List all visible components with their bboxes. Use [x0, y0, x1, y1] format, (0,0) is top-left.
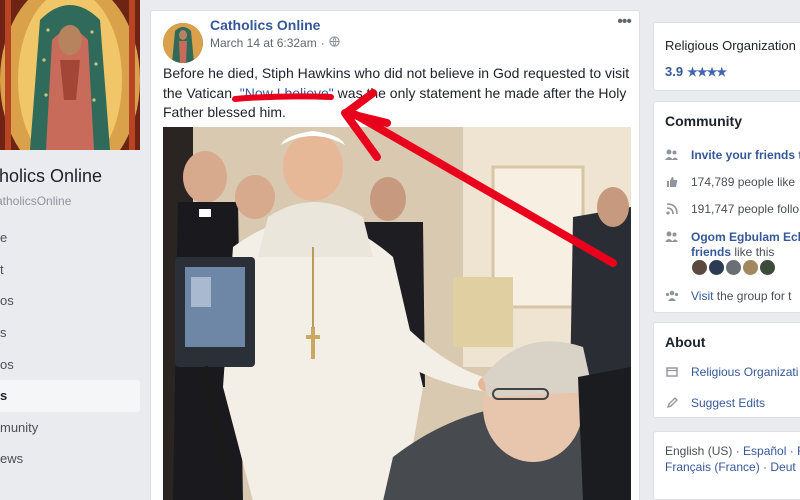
page-username[interactable]: atholicsOnline — [0, 194, 71, 208]
nav-item-posts[interactable]: s — [0, 379, 140, 412]
invite-friends-link[interactable]: Invite your friends t — [691, 148, 800, 162]
friends-link[interactable]: friends — [691, 245, 731, 259]
nav-item-community[interactable]: munity — [0, 412, 140, 444]
left-sidebar: tholics Online atholicsOnline e t os s o… — [0, 0, 150, 500]
language-deutsch-link[interactable]: Deut — [770, 460, 795, 474]
friend-avatar[interactable] — [692, 260, 707, 275]
page-category[interactable]: Religious Organization — [665, 38, 796, 53]
about-category-row: Religious Organizati — [665, 365, 798, 379]
nav-item-reviews[interactable]: s — [0, 317, 140, 349]
community-title: Community — [665, 113, 742, 129]
friend-avatars — [692, 260, 775, 275]
red-arrow-annotation — [232, 89, 617, 267]
follows-row: 191,747 people follo — [665, 202, 799, 216]
current-language: English (US) — [665, 444, 733, 458]
likes-row: 174,789 people like — [665, 175, 795, 189]
nav-item-videos[interactable]: os — [0, 348, 140, 380]
suggest-edits-row: Suggest Edits — [665, 396, 765, 410]
visit-group-text: the group for t — [713, 289, 792, 303]
group-icon — [665, 289, 679, 303]
friend-avatar[interactable] — [709, 260, 724, 275]
visit-group-row: Visit the group for t — [665, 289, 792, 303]
about-title: About — [665, 334, 706, 350]
language-francais-link[interactable]: Français (France) — [665, 460, 760, 474]
thumbs-up-icon — [665, 175, 679, 189]
page-nav: e t os s os s munity ews — [0, 222, 140, 475]
right-sidebar: Religious Organization 3.9 ★★★★ Communit… — [653, 0, 800, 500]
friend-avatar[interactable] — [726, 260, 741, 275]
folder-icon — [665, 365, 679, 379]
community-card: Community Invite your friends t 174,789 … — [653, 101, 800, 313]
people-plus-icon — [665, 148, 679, 162]
language-more-link[interactable]: · F — [786, 444, 800, 458]
friends-like-row: Ogom Egbulam Ech friends like this — [665, 230, 800, 260]
page-title[interactable]: tholics Online — [0, 166, 102, 187]
visit-link[interactable]: Visit — [691, 289, 713, 303]
likes-count: 174,789 people like — [691, 175, 796, 189]
language-line-1: English (US) · Español · F — [665, 444, 800, 458]
page-info-card: Religious Organization 3.9 ★★★★ — [653, 22, 800, 91]
languages-card: English (US) · Español · F Français (Fra… — [653, 431, 800, 500]
friends-icon — [665, 230, 679, 244]
language-line-2: Français (France) · Deut — [665, 460, 796, 474]
nav-item-home[interactable]: e — [0, 222, 140, 254]
nav-item-news[interactable]: ews — [0, 443, 140, 475]
rss-icon — [665, 202, 679, 216]
about-category-link[interactable]: Religious Organizati — [691, 365, 798, 379]
language-separator: · — [732, 444, 744, 458]
pencil-icon — [665, 396, 679, 410]
page-profile-picture[interactable] — [0, 0, 140, 150]
follows-count: 191,747 people follo — [691, 202, 800, 216]
virgin-of-guadalupe-image — [0, 0, 140, 150]
invite-friends-row[interactable]: Invite your friends t — [665, 148, 800, 162]
post-card: Catholics Online March 14 at 6:32am · ••… — [150, 10, 640, 500]
language-espanol-link[interactable]: Español — [743, 444, 786, 458]
suggest-edits-link[interactable]: Suggest Edits — [691, 396, 765, 410]
about-card: About Religious Organizati Suggest Edits — [653, 322, 800, 418]
nav-item-about[interactable]: t — [0, 254, 140, 286]
rating-value: 3.9 — [665, 64, 684, 79]
friend-name-link[interactable]: Ogom Egbulam Ech — [691, 230, 800, 244]
rating-summary[interactable]: 3.9 ★★★★ — [665, 64, 727, 79]
star-rating-icon: ★★★★ — [687, 64, 727, 79]
friend-avatar[interactable] — [743, 260, 758, 275]
friend-avatar[interactable] — [760, 260, 775, 275]
like-this-text: like this — [731, 245, 775, 259]
nav-item-photos[interactable]: os — [0, 285, 140, 317]
language-separator: · — [759, 460, 771, 474]
